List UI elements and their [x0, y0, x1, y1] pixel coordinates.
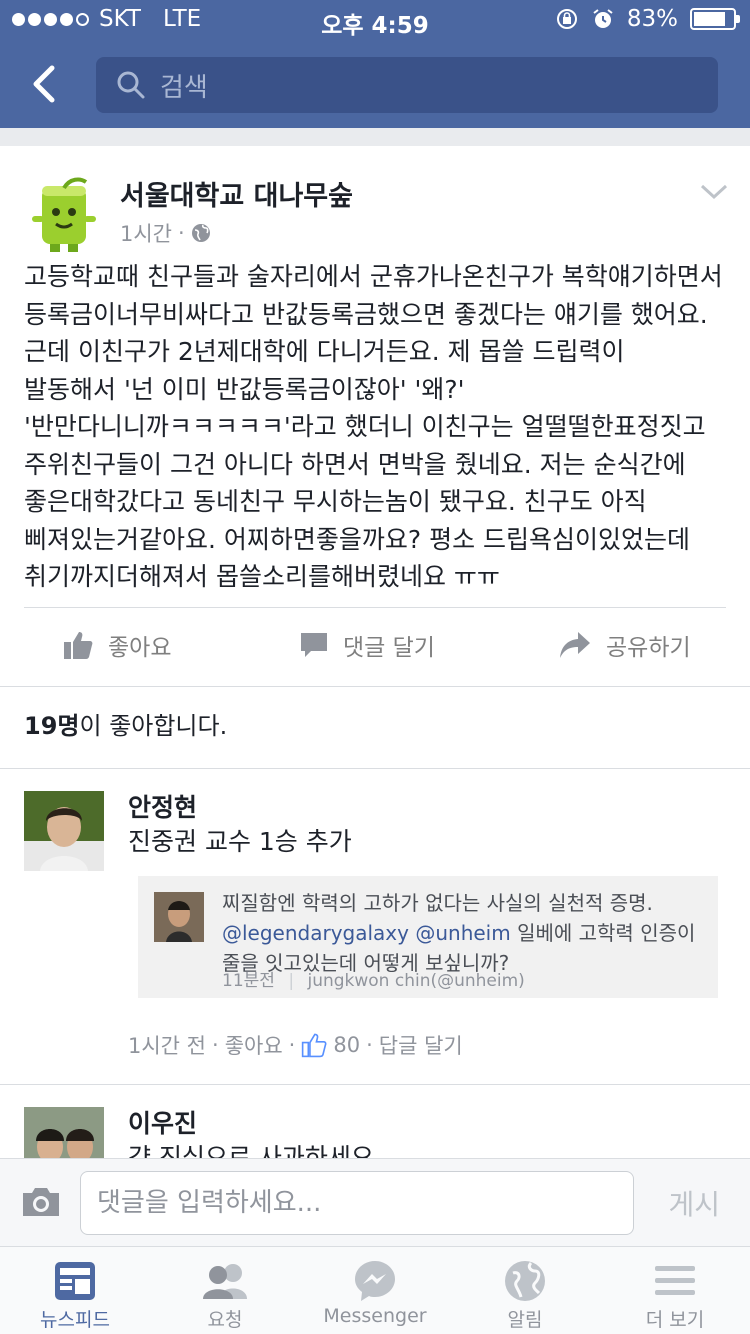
post-body: 고등학교때 친구들과 술자리에서 군휴가나온친구가 복학얘기하면서 등록금이너무… [24, 262, 723, 591]
comment-time: 1시간 전 [128, 1034, 206, 1058]
like-button[interactable]: 좋아요 [62, 628, 171, 662]
tab-bar: 뉴스피드 요청 Messenger 알림 더 보기 [0, 1246, 750, 1334]
commenter-avatar[interactable] [24, 791, 104, 871]
commenter-name[interactable]: 이우진 [128, 1104, 197, 1140]
commenter-name[interactable]: 안정현 [128, 788, 197, 824]
news-feed-icon [55, 1262, 95, 1300]
tab-label: 뉴스피드 [40, 1309, 110, 1331]
tab-label: 요청 [207, 1309, 243, 1331]
tweet-text: 찌질함엔 학력의 고하가 없다는 사실의 실천적 증명. [222, 891, 653, 915]
embedded-tweet[interactable]: 찌질함엔 학력의 고하가 없다는 사실의 실천적 증명. @legendaryg… [138, 876, 718, 998]
comment-item: 안정현 진중권 교수 1승 추가 찌질함엔 학력의 고하가 없다는 사실의 실천… [0, 768, 750, 1084]
share-button[interactable]: 공유하기 [558, 628, 691, 662]
menu-icon [655, 1266, 695, 1295]
mention-link[interactable]: @unheim [415, 921, 510, 945]
search-icon [117, 71, 145, 99]
tab-label: 더 보기 [645, 1309, 705, 1331]
tweet-time: 11분전 [222, 971, 275, 991]
mention-link[interactable]: @legendarygalaxy [222, 921, 409, 945]
comment-like-count: 80 [333, 1033, 361, 1057]
post-meta: 1시간 · [120, 218, 211, 248]
tab-notifications[interactable]: 알림 [450, 1257, 600, 1332]
post-comment-button[interactable]: 게시 [668, 1183, 720, 1223]
tab-label: Messenger [323, 1305, 427, 1327]
status-bar: SKT LTE 오후 4:59 83% [0, 0, 750, 40]
tab-more[interactable]: 더 보기 [600, 1257, 750, 1332]
comment-text: 진중권 교수 1승 추가 [128, 827, 352, 856]
battery-icon [690, 8, 740, 30]
comment-text: 걍 진심으로 사과하세요 [128, 1143, 374, 1158]
comment-item: 이우진 걍 진심으로 사과하세요 [0, 1084, 750, 1158]
likes-summary[interactable]: 19명이 좋아합니다. [24, 706, 227, 741]
share-arrow-icon [560, 632, 590, 658]
page-avatar[interactable] [24, 176, 106, 258]
commenter-avatar[interactable] [24, 1107, 104, 1158]
search-input[interactable]: 검색 [96, 57, 718, 113]
comment-input[interactable]: 댓글을 입력하세요... [80, 1171, 634, 1235]
comment-like-button[interactable]: 좋아요 [225, 1030, 283, 1060]
chevron-down-icon[interactable] [700, 184, 728, 200]
battery-percent: 83% [626, 6, 678, 32]
divider [24, 607, 726, 608]
globe-privacy-icon [191, 224, 210, 242]
tab-news-feed[interactable]: 뉴스피드 [0, 1257, 150, 1332]
globe-icon [505, 1261, 545, 1301]
post-card: 서울대학교 대나무숲 1시간 · 고등학교때 친구들과 술자리에서 군휴가나온친… [0, 146, 750, 1158]
tweet-author: jungkwon chin(@unheim) [307, 971, 525, 991]
search-placeholder: 검색 [160, 72, 208, 103]
tweet-meta: 11분전 | jungkwon chin(@unheim) [222, 971, 525, 991]
back-arrow-icon[interactable] [26, 64, 66, 104]
comment-reply-button[interactable]: 답글 달기 [379, 1030, 463, 1060]
thumbs-up-icon [302, 1033, 327, 1058]
tab-label: 알림 [507, 1309, 543, 1331]
tab-messenger[interactable]: Messenger [300, 1257, 450, 1327]
comment-bubble-icon [301, 633, 327, 657]
post-time[interactable]: 1시간 [120, 218, 172, 248]
comment-composer: 댓글을 입력하세요... 게시 [0, 1158, 750, 1246]
thumbs-up-icon [64, 632, 93, 659]
tab-requests[interactable]: 요청 [150, 1257, 300, 1332]
page-name[interactable]: 서울대학교 대나무숲 [120, 174, 353, 213]
tweet-author-avatar [154, 892, 204, 942]
friend-requests-icon [203, 1264, 247, 1299]
camera-icon[interactable] [20, 1185, 62, 1219]
messenger-icon [355, 1261, 395, 1301]
rotation-lock-icon [556, 9, 577, 29]
divider [0, 686, 750, 687]
post-actions: 좋아요 댓글 달기 공유하기 [0, 610, 750, 686]
alarm-icon [593, 9, 613, 28]
comment-button[interactable]: 댓글 달기 [299, 628, 435, 662]
top-bar: SKT LTE 오후 4:59 83% 검색 [0, 0, 750, 128]
comment-meta: 1시간 전 · 좋아요 · 80 · 답글 달기 [128, 1030, 463, 1060]
